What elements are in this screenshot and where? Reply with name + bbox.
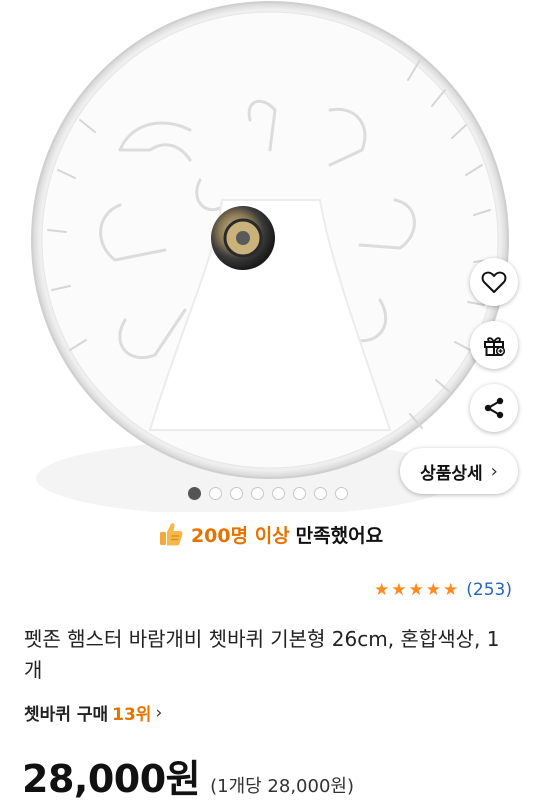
carousel-indicator [188, 487, 348, 500]
review-count[interactable]: (253) [466, 580, 512, 600]
product-detail-label: 상품상세 [420, 463, 483, 484]
product-image[interactable]: 상품상세 › [0, 0, 540, 512]
satisfaction-text: 만족했어요 [295, 524, 384, 547]
hamster-wheel-image [31, 1, 509, 512]
heart-icon [481, 271, 507, 293]
rank-value: 13위 [112, 705, 152, 725]
satisfaction-banner: 200명 이상 만족했어요 [0, 514, 540, 554]
share-icon [484, 397, 504, 419]
price-row: 28,000원 (1개당 28,000원) [22, 748, 354, 803]
gift-icon [484, 337, 506, 356]
carousel-dot[interactable] [314, 487, 327, 500]
carousel-dot[interactable] [335, 487, 348, 500]
share-button[interactable] [470, 384, 518, 432]
category-rank-link[interactable]: 쳇바퀴 구매 13위 › [24, 700, 163, 726]
chevron-right-icon: › [155, 702, 163, 723]
star-icon: ★ [443, 579, 459, 600]
star-icon: ★ [408, 579, 424, 600]
product-detail-button[interactable]: 상품상세 › [400, 448, 518, 494]
price: 28,000원 [22, 757, 201, 801]
carousel-dot[interactable] [293, 487, 306, 500]
product-title: 펫존 햄스터 바람개비 쳇바퀴 기본형 26cm, 혼합색상, 1개 [24, 627, 500, 682]
carousel-dot[interactable] [209, 487, 222, 500]
wishlist-button[interactable] [470, 258, 518, 306]
carousel-dot[interactable] [188, 487, 201, 500]
rating[interactable]: ★ ★ ★ ★ ★ (253) [374, 580, 512, 600]
star-icon: ★ [425, 579, 442, 600]
star-icon: ★ [391, 579, 407, 600]
thumbs-up-icon [159, 523, 183, 546]
satisfaction-count: 200명 이상 [190, 524, 290, 547]
gift-button[interactable] [470, 321, 518, 369]
carousel-dot[interactable] [272, 487, 285, 500]
carousel-dot[interactable] [230, 487, 243, 500]
unit-price: (1개당 28,000원) [210, 776, 354, 797]
carousel-dot[interactable] [251, 487, 264, 500]
star-icon: ★ [374, 579, 390, 600]
rank-prefix: 쳇바퀴 구매 [24, 705, 109, 725]
chevron-right-icon: › [490, 460, 498, 482]
